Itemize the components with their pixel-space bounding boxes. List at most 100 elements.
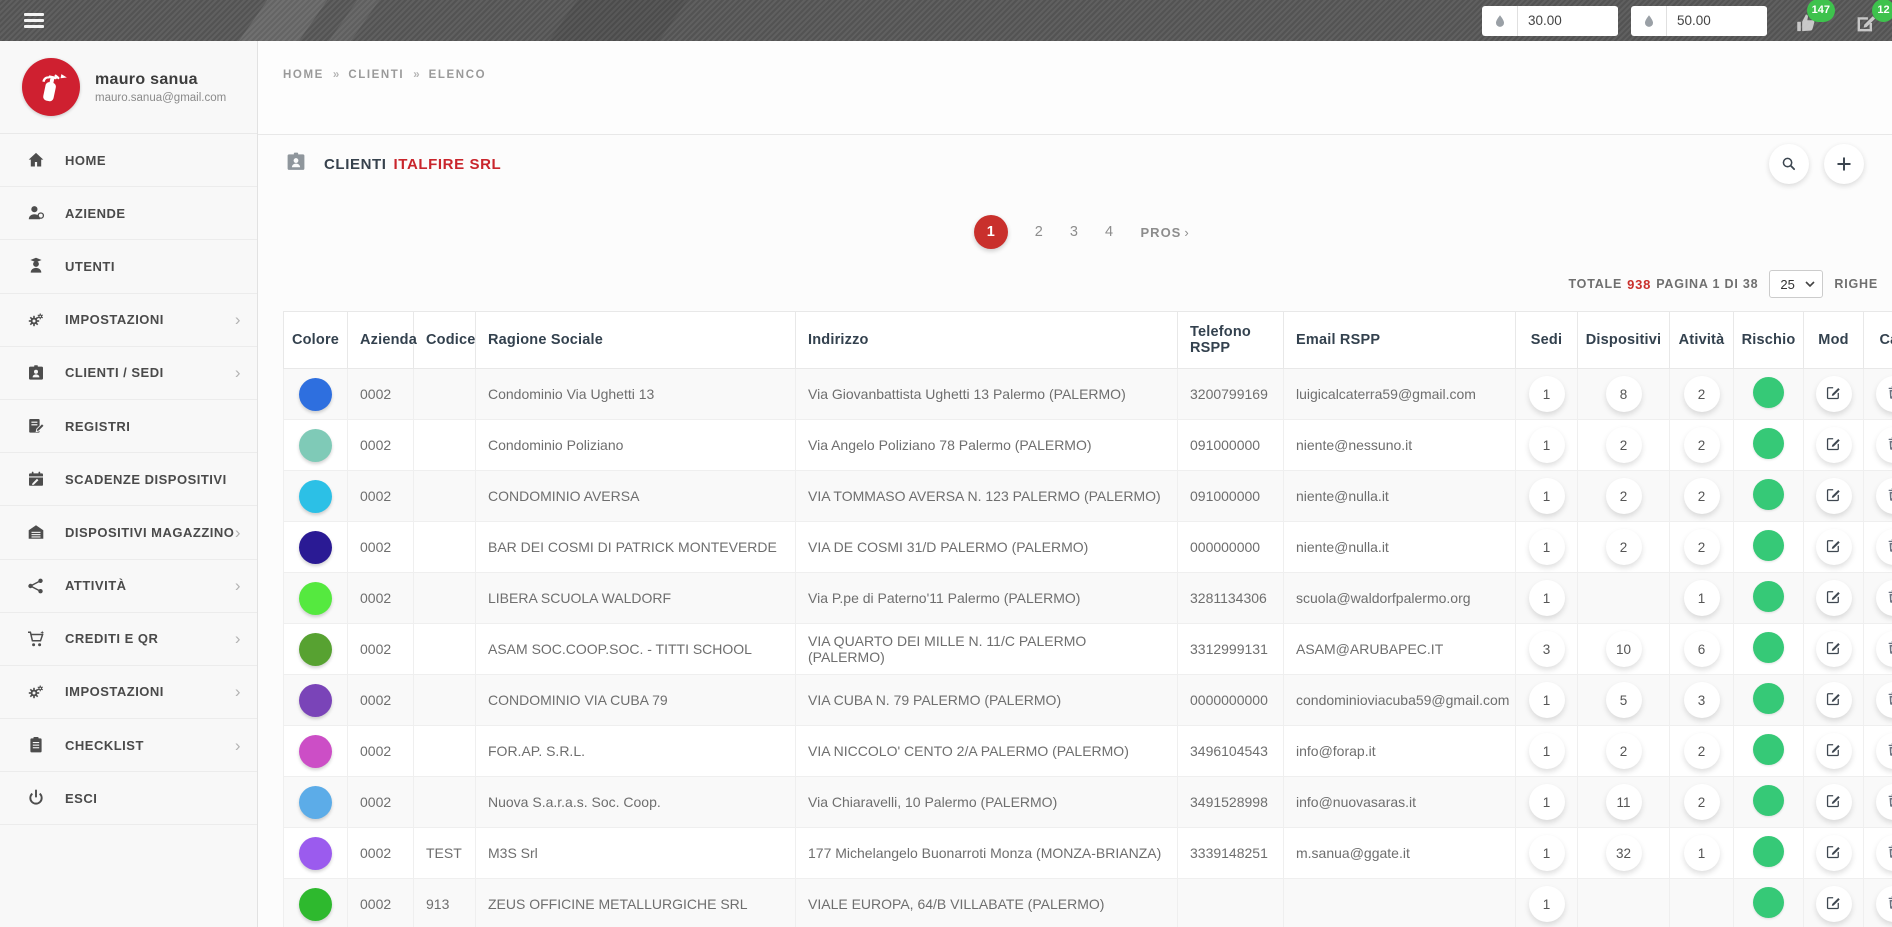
cart-icon <box>24 629 48 649</box>
page-button-2[interactable]: 2 <box>1035 224 1043 240</box>
chevron-right-icon: › <box>234 522 241 542</box>
delete-client-button[interactable] <box>1875 529 1892 565</box>
page-button-3[interactable]: 3 <box>1070 224 1078 240</box>
count-badge: 3 <box>1683 682 1720 718</box>
edit-icon <box>1825 741 1842 761</box>
sidebar-item-dispositivi-magazzino[interactable]: DISPOSITIVI MAGAZZINO › <box>0 506 257 560</box>
edit-client-button[interactable] <box>1815 733 1852 769</box>
delete-client-button[interactable] <box>1875 886 1892 922</box>
delete-client-button[interactable] <box>1875 682 1892 718</box>
cell-ragione-sociale: CONDOMINIO VIA CUBA 79 <box>475 674 796 726</box>
user-shield-icon <box>24 203 48 223</box>
risk-indicator <box>1753 785 1784 816</box>
clipboard-icon <box>24 735 48 755</box>
sidebar-item-attivita[interactable]: ATTIVITÀ › <box>0 560 257 613</box>
messages-button[interactable]: 12 <box>1854 0 1892 34</box>
edit-client-button[interactable] <box>1815 682 1852 718</box>
trash-icon <box>1885 537 1892 557</box>
delete-client-button[interactable] <box>1875 478 1892 514</box>
page-button-1[interactable]: 1 <box>973 215 1008 249</box>
sidebar-item-impostazioni-2[interactable]: IMPOSTAZIONI › <box>0 666 257 720</box>
delete-client-button[interactable] <box>1875 835 1892 871</box>
id-card-icon <box>284 150 308 179</box>
column-header-rischio: Rischio <box>1733 311 1804 369</box>
cell-codice <box>413 368 476 420</box>
add-client-button[interactable] <box>1824 144 1864 184</box>
edit-client-button[interactable] <box>1815 376 1852 412</box>
cell-ragione-sociale: BAR DEI COSMI DI PATRICK MONTEVERDE <box>475 521 796 573</box>
sidebar-item-label: ATTIVITÀ <box>65 578 127 594</box>
edit-client-button[interactable] <box>1815 835 1852 871</box>
topbar: 147 12 <box>0 0 1892 41</box>
sidebar-item-crediti-qr[interactable]: CREDITI E QR › <box>0 613 257 666</box>
delete-client-button[interactable] <box>1875 784 1892 820</box>
edit-client-button[interactable] <box>1815 631 1852 667</box>
cell-attivita: 2 <box>1669 470 1734 522</box>
cell-attivita: 2 <box>1669 776 1734 828</box>
sidebar-item-registri[interactable]: REGISTRI <box>0 400 257 454</box>
cell-indirizzo: VIA DE COSMI 31/D PALERMO (PALERMO) <box>795 521 1178 573</box>
sidebar-item-scadenze-dispositivi[interactable]: SCADENZE DISPOSITIVI <box>0 453 257 507</box>
compose-icon <box>1854 15 1878 39</box>
cell-telefono-rspp: 091000000 <box>1177 470 1284 522</box>
column-header-colore: Colore <box>283 311 348 369</box>
table-row: 0002 Nuova S.a.r.a.s. Soc. Coop. Via Chiar… <box>283 776 1892 828</box>
sidebar-item-clienti-sedi[interactable]: CLIENTI / SEDI › <box>0 347 257 400</box>
chevron-right-icon: › <box>234 682 241 702</box>
credit-value-input-2[interactable] <box>1667 6 1767 35</box>
panel-header: CLIENTI ITALFIRE SRL <box>258 141 1892 187</box>
cell-dispositivi: 5 <box>1577 674 1670 726</box>
client-color-dot <box>299 887 332 921</box>
chevron-down-icon <box>1805 281 1815 287</box>
edit-client-button[interactable] <box>1815 529 1852 565</box>
edit-client-button[interactable] <box>1815 478 1852 514</box>
delete-client-button[interactable] <box>1875 631 1892 667</box>
sidebar-item-esci[interactable]: ESCI <box>0 772 257 826</box>
table-row: 0002 Condominio Poliziano Via Angelo Poliz… <box>283 419 1892 471</box>
table-summary: TOTALE 938 PAGINA 1 DI 38 25 RIGHE <box>258 270 1878 298</box>
notifications-button[interactable]: 147 <box>1794 0 1835 34</box>
rows-per-page-select[interactable]: 25 <box>1769 270 1824 298</box>
breadcrumb-clienti[interactable]: CLIENTI <box>348 69 404 81</box>
delete-client-button[interactable] <box>1875 376 1892 412</box>
breadcrumb-home[interactable]: HOME <box>283 69 324 81</box>
cell-rischio <box>1733 470 1804 522</box>
search-button[interactable] <box>1769 144 1809 184</box>
credit-value-input-1[interactable] <box>1518 6 1618 35</box>
credit-input-group-1 <box>1482 5 1618 36</box>
cell-attivita: 2 <box>1669 521 1734 573</box>
table-row: 0002 CONDOMINIO VIA CUBA 79 VIA CUBA N. 79… <box>283 674 1892 726</box>
cell-codice <box>413 674 476 726</box>
sidebar-item-impostazioni[interactable]: IMPOSTAZIONI › <box>0 294 257 347</box>
edit-client-button[interactable] <box>1815 886 1852 922</box>
edit-icon <box>1825 639 1842 659</box>
sidebar-item-aziende[interactable]: AZIENDE <box>0 187 257 241</box>
cell-azienda: 0002 <box>347 419 414 471</box>
count-badge: 1 <box>1528 733 1565 769</box>
next-page-button[interactable]: PROS › <box>1141 225 1190 240</box>
edit-client-button[interactable] <box>1815 427 1852 463</box>
edit-client-button[interactable] <box>1815 784 1852 820</box>
client-color-dot <box>299 377 332 411</box>
total-count: 938 <box>1627 276 1652 292</box>
plus-icon <box>1837 157 1851 171</box>
sidebar-item-home[interactable]: HOME <box>0 134 257 188</box>
delete-client-button[interactable] <box>1875 580 1892 616</box>
menu-toggle-button[interactable] <box>24 10 44 31</box>
topbar-right: 147 12 <box>1482 0 1892 41</box>
count-badge: 2 <box>1683 733 1720 769</box>
cell-rischio <box>1733 725 1804 777</box>
cell-ragione-sociale: LIBERA SCUOLA WALDORF <box>475 572 796 624</box>
page-button-4[interactable]: 4 <box>1105 224 1113 240</box>
edit-icon <box>1825 588 1842 608</box>
column-header-indirizzo: Indirizzo <box>795 311 1178 369</box>
delete-client-button[interactable] <box>1875 427 1892 463</box>
pagination: 1 2 3 4 PROS › <box>258 215 1892 249</box>
sidebar-item-checklist[interactable]: CHECKLIST › <box>0 719 257 773</box>
delete-client-button[interactable] <box>1875 733 1892 769</box>
cell-azienda: 0002 <box>347 470 414 522</box>
edit-client-button[interactable] <box>1815 580 1852 616</box>
sidebar-item-utenti[interactable]: UTENTI <box>0 240 257 294</box>
cell-ragione-sociale: M3S Srl <box>475 827 796 879</box>
droplet-icon <box>1631 5 1667 36</box>
